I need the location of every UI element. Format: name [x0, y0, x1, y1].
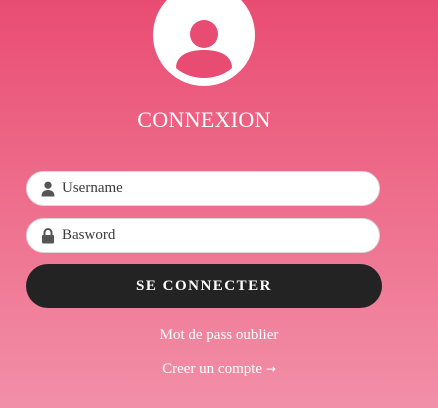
register-label: Creer un compte [162, 361, 263, 377]
avatar [153, 0, 255, 86]
user-avatar-icon [176, 20, 232, 78]
page-title: CONNEXION [137, 107, 271, 132]
username-field[interactable] [26, 171, 380, 206]
register-link[interactable]: Creer un compte → [162, 361, 276, 377]
arrow-right-icon: → [265, 362, 276, 376]
user-icon [41, 181, 55, 197]
password-input[interactable] [62, 219, 362, 252]
register-row: Creer un compte → [0, 361, 438, 378]
forgot-password-link[interactable]: Mot de pass oublier [160, 327, 279, 343]
forgot-password-row: Mot de pass oublier [0, 327, 438, 344]
password-field[interactable] [26, 218, 380, 253]
lock-icon [42, 228, 54, 244]
username-input[interactable] [62, 172, 362, 205]
login-button[interactable]: SE CONNECTER [26, 264, 382, 308]
